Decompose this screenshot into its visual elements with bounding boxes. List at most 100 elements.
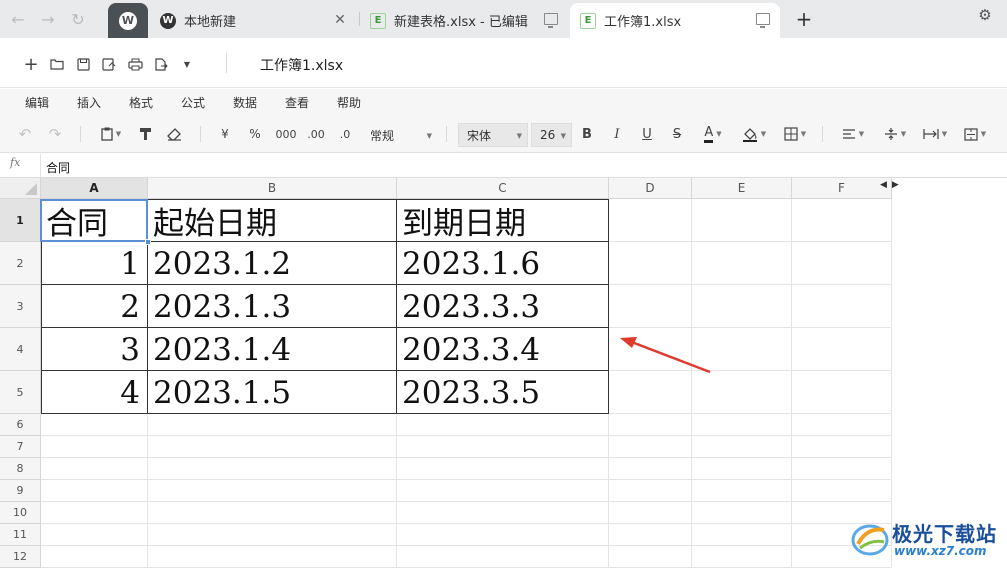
column-header-a[interactable]: A <box>41 178 148 199</box>
refresh-icon[interactable]: ↻ <box>66 7 90 31</box>
tab-local-new[interactable]: W 本地新建 ✕ <box>150 3 358 38</box>
font-name-select[interactable]: 宋体 ▼ <box>458 123 528 147</box>
cell-a5[interactable]: 4 <box>41 371 147 414</box>
eraser-icon[interactable] <box>164 124 184 144</box>
cell-a2[interactable]: 1 <box>41 242 147 285</box>
save-as-icon[interactable] <box>100 55 118 73</box>
grid-right-margin <box>892 199 1007 568</box>
select-all-corner[interactable] <box>0 178 41 199</box>
font-name-value: 宋体 <box>467 128 492 143</box>
percent-button[interactable]: % <box>246 124 264 144</box>
home-button[interactable]: W <box>108 3 148 38</box>
column-header-b[interactable]: B <box>148 178 397 199</box>
menu-data[interactable]: 数据 <box>233 94 257 111</box>
scroll-right-icon[interactable]: ▶ <box>892 180 899 190</box>
fill-color-icon[interactable]: ▼ <box>738 124 770 144</box>
font-color-button[interactable]: A ▼ <box>698 124 728 144</box>
tab-new-spreadsheet[interactable]: E 新建表格.xlsx - 已编辑 <box>360 3 568 38</box>
menu-insert[interactable]: 插入 <box>77 94 101 111</box>
menu-help[interactable]: 帮助 <box>337 94 361 111</box>
new-tab-plus-icon[interactable]: + <box>793 7 815 31</box>
bold-button[interactable]: B <box>579 124 595 144</box>
paste-icon[interactable]: ▼ <box>96 124 126 144</box>
menu-formula[interactable]: 公式 <box>181 94 205 111</box>
more-dropdown-icon[interactable]: ▼ <box>178 55 196 73</box>
decrease-decimal-button[interactable]: .0 <box>336 124 354 144</box>
underline-button[interactable]: U <box>639 124 655 144</box>
row-header-10[interactable]: 10 <box>0 502 41 524</box>
cell-b4[interactable]: 2023.1.4 <box>148 328 396 371</box>
menu-view[interactable]: 查看 <box>285 94 309 111</box>
toolbar-divider <box>822 126 823 142</box>
row-header-2[interactable]: 2 <box>0 242 41 285</box>
undo-icon[interactable]: ↶ <box>14 124 36 144</box>
align-left-icon[interactable]: ▼ <box>838 124 868 144</box>
column-header-d[interactable]: D <box>609 178 692 199</box>
font-size-select[interactable]: 26 ▼ <box>531 123 572 147</box>
number-format-select[interactable]: 常规 ▼ <box>370 124 434 146</box>
strikethrough-button[interactable]: S <box>669 124 685 144</box>
cell-c3[interactable]: 2023.3.3 <box>397 285 608 328</box>
menu-format[interactable]: 格式 <box>129 94 153 111</box>
menu-bar: 编辑 插入 格式 公式 数据 查看 帮助 <box>0 89 1007 115</box>
cell-b3[interactable]: 2023.1.3 <box>148 285 396 328</box>
fill-handle[interactable] <box>145 239 151 245</box>
export-icon[interactable] <box>152 55 170 73</box>
sheet-scroll-arrows[interactable]: ◀ ▶ <box>880 180 899 190</box>
print-icon[interactable] <box>126 55 144 73</box>
row-header-3[interactable]: 3 <box>0 285 41 328</box>
row-header-12[interactable]: 12 <box>0 546 41 568</box>
vertical-align-icon[interactable]: ▼ <box>880 124 910 144</box>
cell-c2[interactable]: 2023.1.6 <box>397 242 608 285</box>
font-color-glyph: A <box>704 125 714 143</box>
new-file-plus-icon[interactable]: + <box>22 54 40 75</box>
cell-a4[interactable]: 3 <box>41 328 147 371</box>
row-header-11[interactable]: 11 <box>0 524 41 546</box>
app-logo-icon: W <box>119 11 137 30</box>
row-header-6[interactable]: 6 <box>0 414 41 436</box>
redo-icon[interactable]: ↷ <box>44 124 66 144</box>
cell-c1[interactable]: 到期日期 <box>397 199 608 242</box>
cell-c5[interactable]: 2023.3.5 <box>397 371 608 414</box>
row-header-5[interactable]: 5 <box>0 371 41 414</box>
cell-b2[interactable]: 2023.1.2 <box>148 242 396 285</box>
merge-cells-icon[interactable]: ▼ <box>960 124 990 144</box>
watermark-url: www.xz7.com <box>894 544 987 558</box>
menu-edit[interactable]: 编辑 <box>25 94 49 111</box>
gear-icon[interactable]: ⚙ <box>976 6 994 24</box>
selected-cell-outline <box>40 199 148 242</box>
spreadsheet-grid: A B C D E F ◀ ▶ 1 2 3 4 5 6 7 8 9 10 11 … <box>0 178 1007 568</box>
row-header-7[interactable]: 7 <box>0 436 41 458</box>
row-header-1[interactable]: 1 <box>0 199 41 242</box>
italic-button[interactable]: I <box>609 124 625 144</box>
formula-input[interactable]: 合同 <box>46 159 70 176</box>
cell-c4[interactable]: 2023.3.4 <box>397 328 608 371</box>
document-title[interactable]: 工作簿1.xlsx <box>260 55 343 75</box>
cell-b5[interactable]: 2023.1.5 <box>148 371 396 414</box>
open-folder-icon[interactable] <box>48 55 66 73</box>
close-icon[interactable]: ✕ <box>332 12 348 28</box>
row-header-4[interactable]: 4 <box>0 328 41 371</box>
monitor-icon[interactable] <box>756 13 770 28</box>
cell-b1[interactable]: 起始日期 <box>148 199 396 242</box>
row-header-8[interactable]: 8 <box>0 458 41 480</box>
cell-a3[interactable]: 2 <box>41 285 147 328</box>
increase-decimal-button[interactable]: .00 <box>305 124 327 144</box>
app-logo-icon: W <box>160 12 176 29</box>
borders-icon[interactable]: ▼ <box>780 124 810 144</box>
monitor-icon[interactable] <box>544 13 558 28</box>
thousands-separator-button[interactable]: 000 <box>274 124 298 144</box>
format-toolbar: ↶ ↷ ▼ ¥ % 000 .00 .0 常规 ▼ 宋体 ▼ 26 ▼ B I … <box>0 115 1007 153</box>
column-header-c[interactable]: C <box>397 178 609 199</box>
row-header-9[interactable]: 9 <box>0 480 41 502</box>
tab-workbook1[interactable]: E 工作簿1.xlsx <box>570 3 780 38</box>
scroll-left-icon[interactable]: ◀ <box>880 180 887 190</box>
format-painter-icon[interactable] <box>136 124 154 144</box>
forward-arrow-icon[interactable]: → <box>36 7 60 31</box>
text-wrap-icon[interactable]: ▼ <box>920 124 950 144</box>
currency-button[interactable]: ¥ <box>216 124 234 144</box>
back-arrow-icon[interactable]: ← <box>6 7 30 31</box>
column-header-f[interactable]: F <box>792 178 892 199</box>
save-icon[interactable] <box>74 55 92 73</box>
column-header-e[interactable]: E <box>692 178 792 199</box>
